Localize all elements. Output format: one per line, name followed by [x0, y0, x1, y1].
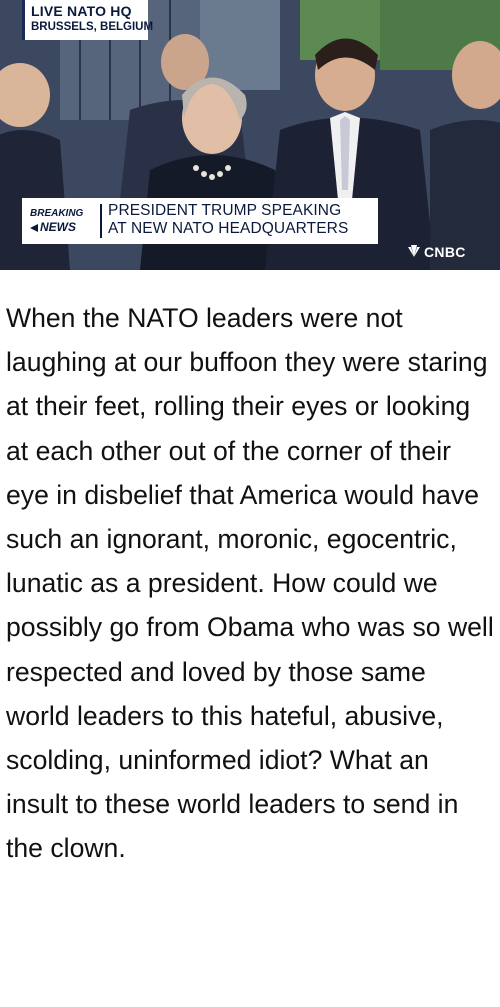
news-video-still: LIVE NATO HQ BRUSSELS, BELGIUM BREAKING … [0, 0, 500, 270]
arrow-left-icon [30, 224, 38, 232]
peacock-icon [408, 245, 420, 257]
caption-text: When the NATO leaders were not laughing … [6, 303, 494, 864]
location-box: LIVE NATO HQ BRUSSELS, BELGIUM [22, 0, 153, 40]
lower-third-banner: BREAKING NEWS PRESIDENT TRUMP SPEAKING A… [22, 198, 378, 244]
headline-line-2: AT NEW NATO HEADQUARTERS [108, 220, 349, 237]
network-logo: CNBC [424, 244, 466, 260]
headline-line-1: PRESIDENT TRUMP SPEAKING [108, 202, 342, 219]
location-title: LIVE NATO HQ [31, 3, 132, 19]
breaking-label: BREAKING [30, 208, 84, 219]
location-city: BRUSSELS, BELGIUM [31, 21, 154, 33]
news-label: NEWS [40, 220, 76, 234]
banner-divider [100, 204, 102, 238]
